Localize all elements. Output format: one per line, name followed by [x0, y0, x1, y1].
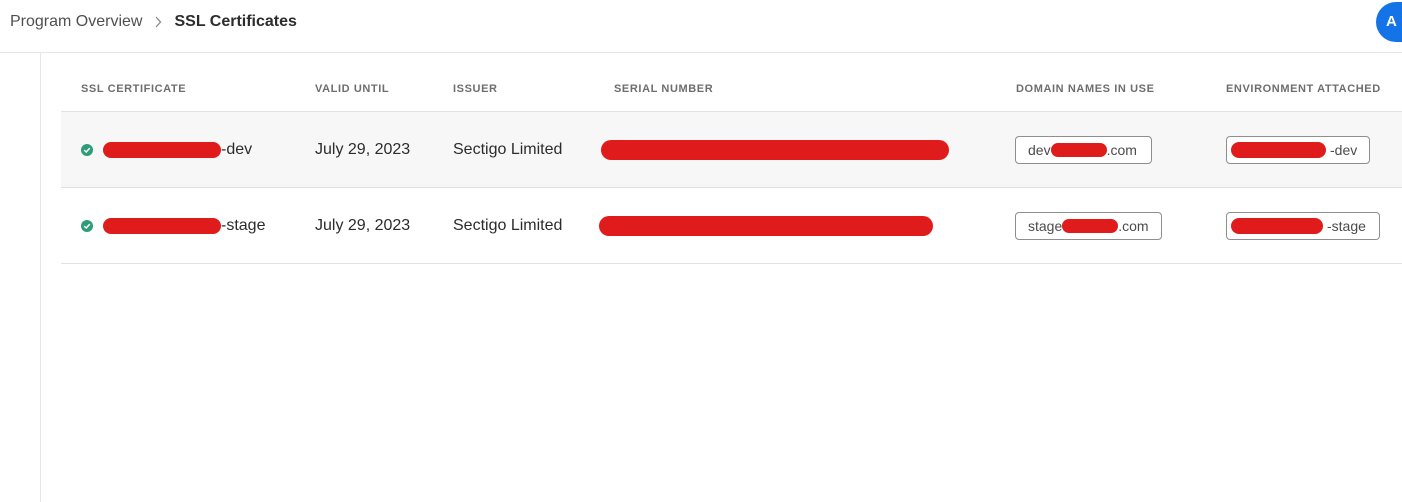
- redacted-serial-number: [599, 215, 933, 236]
- serial-number-cell: [599, 188, 933, 263]
- column-header-issuer[interactable]: ISSUER: [453, 83, 498, 95]
- column-header-serial-number[interactable]: SERIAL NUMBER: [614, 83, 713, 95]
- certificate-name-suffix: -dev: [221, 140, 253, 158]
- environment-suffix: -dev: [1330, 141, 1358, 158]
- valid-until-cell: July 29, 2023: [315, 216, 411, 234]
- redacted-serial-number: [601, 139, 949, 160]
- breadcrumb: Program Overview SSL Certificates: [10, 13, 297, 31]
- certificate-cell: -stage: [81, 188, 265, 263]
- environment-cell: -dev: [1226, 112, 1370, 187]
- redacted-environment-name: [1231, 141, 1326, 158]
- domain-prefix: stage: [1028, 217, 1063, 234]
- domain-cell: dev .com: [1015, 112, 1152, 187]
- environment-tag[interactable]: -stage: [1226, 211, 1380, 240]
- domain-prefix: dev: [1028, 141, 1051, 158]
- environment-cell: -stage: [1226, 188, 1380, 263]
- redacted-domain: [1062, 218, 1119, 233]
- domain-suffix: .com: [1106, 141, 1137, 158]
- primary-action-button[interactable]: A: [1376, 2, 1402, 42]
- domain-tag[interactable]: dev .com: [1015, 135, 1152, 164]
- issuer-cell: Sectigo Limited: [453, 216, 563, 234]
- column-header-valid-until[interactable]: VALID UNTIL: [315, 83, 389, 95]
- redacted-domain: [1050, 142, 1107, 157]
- certificate-cell: -dev: [81, 112, 252, 187]
- ssl-certificates-table: SSL CERTIFICATE VALID UNTIL ISSUER SERIA…: [61, 54, 1402, 264]
- issuer-cell: Sectigo Limited: [453, 140, 563, 158]
- top-bar: Program Overview SSL Certificates A: [0, 0, 1402, 53]
- environment-suffix: -stage: [1327, 217, 1366, 234]
- page-title: SSL Certificates: [174, 13, 297, 30]
- table-header: SSL CERTIFICATE VALID UNTIL ISSUER SERIA…: [61, 54, 1402, 112]
- breadcrumb-program-overview[interactable]: Program Overview: [10, 13, 142, 31]
- left-rail-divider: [40, 53, 41, 502]
- domain-suffix: .com: [1118, 217, 1149, 234]
- table-row[interactable]: -stage July 29, 2023 Sectigo Limited sta…: [61, 188, 1402, 264]
- check-circle-icon: [81, 219, 93, 232]
- certificate-name-suffix: -stage: [221, 216, 266, 234]
- redacted-certificate-name: [103, 141, 221, 158]
- redacted-certificate-name: [103, 217, 221, 234]
- column-header-domain-names[interactable]: DOMAIN NAMES IN USE: [1016, 83, 1155, 95]
- serial-number-cell: [601, 112, 949, 187]
- chevron-right-icon: [154, 16, 162, 28]
- valid-until-cell: July 29, 2023: [315, 140, 411, 158]
- environment-tag[interactable]: -dev: [1226, 135, 1370, 164]
- table-row[interactable]: -dev July 29, 2023 Sectigo Limited dev .…: [61, 112, 1402, 188]
- check-circle-icon: [81, 143, 93, 156]
- domain-cell: stage .com: [1015, 188, 1162, 263]
- column-header-environment-attached[interactable]: ENVIRONMENT ATTACHED: [1226, 83, 1381, 95]
- redacted-environment-name: [1231, 217, 1323, 234]
- column-header-ssl-certificate[interactable]: SSL CERTIFICATE: [81, 83, 186, 95]
- domain-tag[interactable]: stage .com: [1015, 211, 1162, 240]
